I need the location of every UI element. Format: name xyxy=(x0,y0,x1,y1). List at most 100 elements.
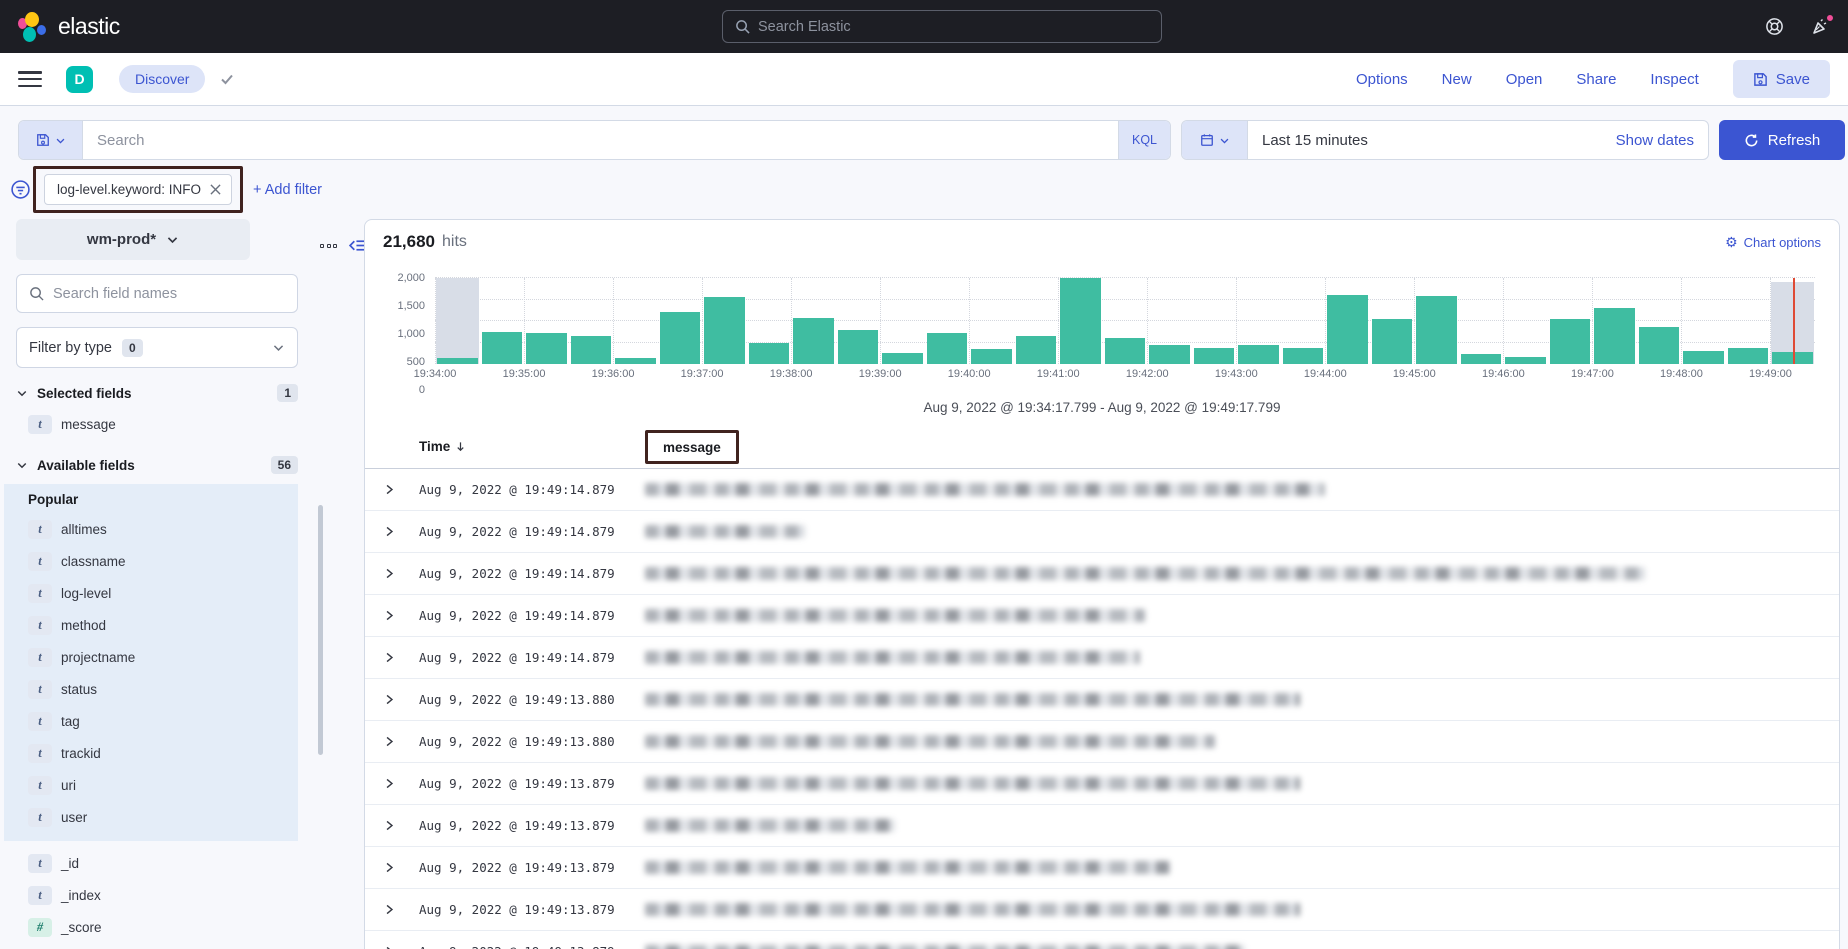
save-button[interactable]: Save xyxy=(1733,60,1830,98)
field-item-user[interactable]: tuser xyxy=(16,801,298,833)
expand-row-icon[interactable] xyxy=(383,609,419,622)
index-pattern-button[interactable]: wm-prod* xyxy=(16,219,250,260)
y-tick-label: 1,500 xyxy=(397,300,425,312)
column-header-message[interactable]: message xyxy=(663,440,721,455)
field-item-log-level[interactable]: tlog-level xyxy=(16,577,298,609)
field-name: user xyxy=(61,810,87,825)
field-search[interactable] xyxy=(16,274,298,313)
histogram-bar xyxy=(704,297,745,364)
query-input[interactable]: KQL xyxy=(18,120,1171,160)
expand-row-icon[interactable] xyxy=(383,903,419,916)
menu-share[interactable]: Share xyxy=(1576,71,1616,88)
kql-query-input[interactable] xyxy=(83,132,1118,149)
histogram-bucket xyxy=(1592,278,1637,364)
text-field-icon: t xyxy=(28,552,52,571)
field-item-_score[interactable]: #_score xyxy=(16,911,312,943)
menu-hamburger-icon[interactable] xyxy=(18,71,42,87)
popular-label: Popular xyxy=(16,492,298,507)
histogram-bar xyxy=(1550,319,1591,364)
text-field-icon: t xyxy=(28,808,52,827)
x-tick-label: 19:42:00 xyxy=(1126,368,1169,380)
expand-row-icon[interactable] xyxy=(383,525,419,538)
expand-row-icon[interactable] xyxy=(383,861,419,874)
x-axis-labels: 19:34:0019:35:0019:36:0019:37:0019:38:00… xyxy=(435,368,1815,384)
field-search-input[interactable] xyxy=(53,286,285,302)
histogram-chart[interactable]: 05001,0001,5002,000 19:34:0019:35:0019:3… xyxy=(435,278,1815,390)
expand-row-icon[interactable] xyxy=(383,651,419,664)
date-quick-select-button[interactable] xyxy=(1182,121,1248,159)
help-icon[interactable] xyxy=(1765,17,1784,36)
query-bar-row: KQL Last 15 minutes Show dates Refresh xyxy=(0,106,1848,160)
time-range-caption: Aug 9, 2022 @ 19:34:17.799 - Aug 9, 2022… xyxy=(365,400,1839,415)
expand-row-icon[interactable] xyxy=(383,777,419,790)
field-item-uri[interactable]: turi xyxy=(16,769,298,801)
global-search-input[interactable] xyxy=(758,19,1149,35)
time-cell: Aug 9, 2022 @ 19:49:14.879 xyxy=(419,566,645,581)
show-dates-link[interactable]: Show dates xyxy=(1616,132,1708,149)
field-name: classname xyxy=(61,554,126,569)
menu-inspect[interactable]: Inspect xyxy=(1650,71,1698,88)
histogram-bar xyxy=(1416,296,1457,364)
saved-query-menu-button[interactable] xyxy=(19,121,83,159)
expand-row-icon[interactable] xyxy=(383,483,419,496)
newsfeed-icon[interactable] xyxy=(1810,17,1830,37)
expand-row-icon[interactable] xyxy=(383,693,419,706)
add-filter-link[interactable]: + Add filter xyxy=(253,182,322,198)
expand-row-icon[interactable] xyxy=(383,567,419,580)
breadcrumb-discover[interactable]: Discover xyxy=(119,65,205,93)
field-item-method[interactable]: tmethod xyxy=(16,609,298,641)
menu-new[interactable]: New xyxy=(1442,71,1472,88)
column-header-time[interactable]: Time xyxy=(419,439,645,454)
field-item-_id[interactable]: t_id xyxy=(16,847,312,879)
filter-menu-icon[interactable] xyxy=(10,179,31,200)
redacted-message-cell xyxy=(645,483,1325,496)
histogram-bar xyxy=(971,349,1012,364)
text-field-icon: t xyxy=(28,854,52,873)
y-tick-label: 1,000 xyxy=(397,328,425,340)
table-row: Aug 9, 2022 @ 19:49:14.879 xyxy=(365,511,1839,553)
field-name: uri xyxy=(61,778,76,793)
redacted-message-cell xyxy=(645,903,1300,916)
sidebar-gutter xyxy=(312,219,364,254)
redacted-message-cell xyxy=(645,777,1300,790)
popular-fields-block: Popular talltimes t classname tlog-leveltme… xyxy=(4,484,298,841)
field-item-status[interactable]: tstatus xyxy=(16,673,298,705)
date-picker[interactable]: Last 15 minutes Show dates xyxy=(1181,120,1709,160)
text-field-icon: t xyxy=(28,776,52,795)
selected-fields-header[interactable]: Selected fields 1 xyxy=(16,384,298,402)
filter-pill[interactable]: log-level.keyword: INFO xyxy=(44,174,232,205)
table-row: Aug 9, 2022 @ 19:49:13.879 xyxy=(365,847,1839,889)
table-body: Aug 9, 2022 @ 19:49:14.879 Aug 9, 2022 @ … xyxy=(365,469,1839,949)
global-header: elastic xyxy=(0,0,1848,53)
filter-by-type-select[interactable]: Filter by type 0 xyxy=(16,327,298,368)
histogram-bucket xyxy=(1281,278,1326,364)
field-item-classname[interactable]: t classname xyxy=(16,545,298,577)
histogram-bar xyxy=(1060,278,1101,364)
global-search[interactable] xyxy=(722,10,1162,43)
time-cell: Aug 9, 2022 @ 19:49:13.879 xyxy=(419,860,645,875)
close-icon[interactable] xyxy=(210,184,221,195)
query-language-button[interactable]: KQL xyxy=(1118,121,1170,159)
refresh-button[interactable]: Refresh xyxy=(1719,120,1845,160)
field-item-_index[interactable]: t_index xyxy=(16,879,312,911)
field-item-message[interactable]: tmessage xyxy=(16,408,312,440)
field-item-projectname[interactable]: tprojectname xyxy=(16,641,298,673)
menu-open[interactable]: Open xyxy=(1506,71,1543,88)
redacted-message-cell xyxy=(645,861,1170,874)
space-avatar[interactable]: D xyxy=(66,66,93,93)
histogram-bar xyxy=(1283,348,1324,364)
field-item-tag[interactable]: ttag xyxy=(16,705,298,737)
boxes-horizontal-icon[interactable] xyxy=(320,244,337,248)
field-item-alltimes[interactable]: talltimes xyxy=(16,513,298,545)
menu-options[interactable]: Options xyxy=(1356,71,1408,88)
elastic-brand[interactable]: elastic xyxy=(0,11,120,43)
expand-row-icon[interactable] xyxy=(383,735,419,748)
chart-plot[interactable] xyxy=(435,278,1815,364)
expand-row-icon[interactable] xyxy=(383,819,419,832)
field-item-trackid[interactable]: ttrackid xyxy=(16,737,298,769)
available-fields-header[interactable]: Available fields 56 xyxy=(16,456,298,474)
time-range-value[interactable]: Last 15 minutes xyxy=(1248,132,1616,149)
sidebar-scrollbar[interactable] xyxy=(318,505,323,755)
chart-options-button[interactable]: ⚙ Chart options xyxy=(1725,234,1821,251)
expand-row-icon[interactable] xyxy=(383,945,419,949)
